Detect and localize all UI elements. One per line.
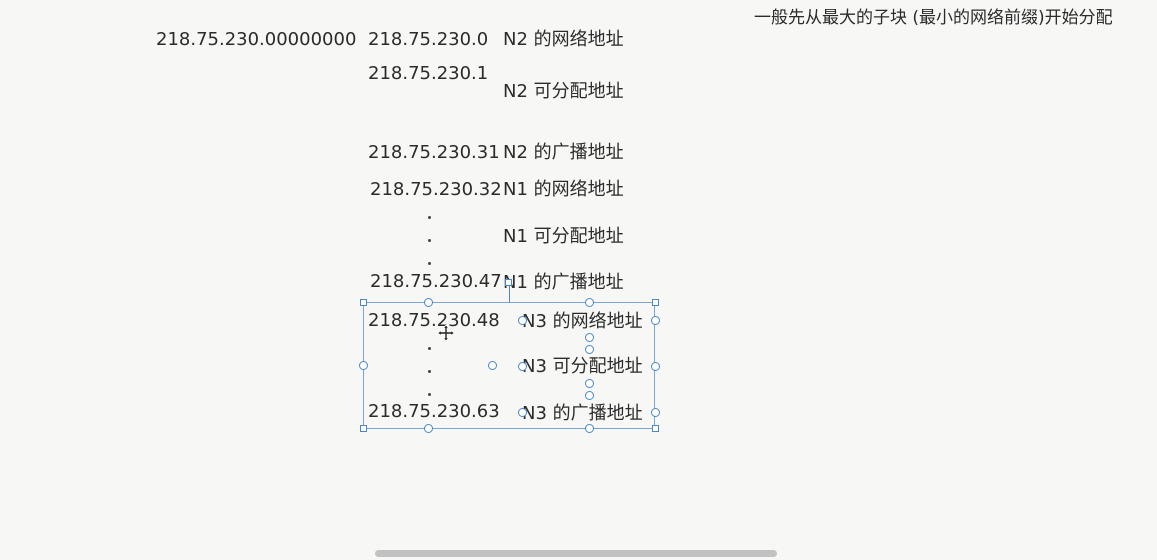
resize-handle-bottom[interactable]: [424, 424, 433, 433]
inner-handle[interactable]: [585, 379, 594, 388]
binary-prefix: 218.75.230.00000000: [156, 29, 357, 50]
label-n2-network: N2 的网络地址: [503, 29, 624, 50]
resize-handle-top-right[interactable]: [652, 299, 659, 306]
resize-handle-top[interactable]: [424, 298, 433, 307]
ellipsis-dot: [428, 262, 431, 265]
label-n1-network: N1 的网络地址: [503, 179, 624, 200]
resize-handle-top[interactable]: [585, 298, 594, 307]
move-cursor-icon: [438, 325, 454, 341]
resize-handle-top-left[interactable]: [360, 299, 367, 306]
resize-handle-bottom-right[interactable]: [652, 425, 659, 432]
ip-n1-broadcast: 218.75.230.47: [370, 271, 502, 292]
selected-textbox-frame[interactable]: [363, 302, 655, 429]
resize-handle-right[interactable]: [651, 408, 660, 417]
inner-handle[interactable]: [518, 316, 527, 325]
resize-handle-right[interactable]: [651, 316, 660, 325]
label-n2-broadcast: N2 的广播地址: [503, 142, 624, 163]
rotation-handle-stem: [509, 285, 510, 302]
ip-n2-first-host: 218.75.230.1: [368, 63, 489, 84]
ellipsis-dot: [428, 239, 431, 242]
ip-n2-broadcast: 218.75.230.31: [368, 142, 500, 163]
inner-handle[interactable]: [585, 345, 594, 354]
slide-canvas: 一般先从最大的子块 (最小的网络前缀)开始分配 218.75.230.00000…: [0, 0, 1157, 560]
label-n1-hosts: N1 可分配地址: [503, 226, 624, 247]
ellipsis-dot: [428, 216, 431, 219]
inner-handle[interactable]: [518, 408, 527, 417]
resize-handle-bottom[interactable]: [585, 424, 594, 433]
ip-n2-network: 218.75.230.0: [368, 29, 489, 50]
inner-handle[interactable]: [518, 362, 527, 371]
rotation-handle[interactable]: [505, 279, 512, 286]
inner-handle[interactable]: [585, 391, 594, 400]
label-n2-hosts: N2 可分配地址: [503, 81, 624, 102]
resize-handle-bottom-left[interactable]: [360, 425, 367, 432]
allocation-note: 一般先从最大的子块 (最小的网络前缀)开始分配: [754, 8, 1113, 28]
label-n1-broadcast: N1 的广播地址: [503, 272, 624, 293]
resize-handle-right[interactable]: [651, 362, 660, 371]
ip-n1-network: 218.75.230.32: [370, 179, 502, 200]
inner-handle[interactable]: [585, 333, 594, 342]
inner-handle[interactable]: [488, 361, 497, 370]
horizontal-scrollbar-thumb[interactable]: [375, 550, 777, 557]
resize-handle-left[interactable]: [359, 361, 368, 370]
